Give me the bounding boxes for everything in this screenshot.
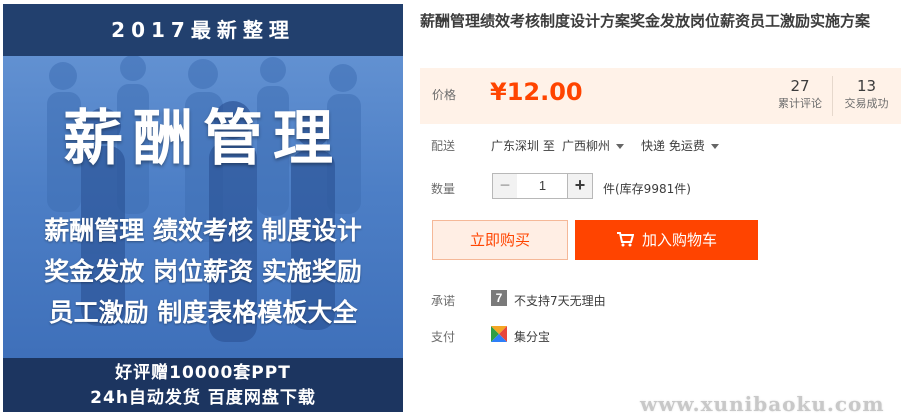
seven-day-icon: 7 — [491, 290, 507, 306]
jifenbao-icon — [491, 326, 507, 342]
deals-label: 交易成功 — [844, 97, 889, 110]
delivery-destination: 广西柳州 — [562, 139, 611, 153]
delivery-label: 配送 — [431, 139, 456, 153]
quantity-input[interactable]: 1 — [517, 173, 568, 199]
image-bottom-banner: 好评赠10000套PPT 24h自动发货 百度网盘下载 — [3, 358, 403, 412]
delivery-destination-select[interactable]: 广西柳州 — [562, 137, 625, 154]
product-title: 薪酬管理绩效考核制度设计方案奖金发放岗位薪资员工激励实施方案 — [420, 12, 871, 30]
image-top-banner: 2017最新整理 — [3, 4, 403, 56]
watermark: www.xunibaoku.com — [640, 392, 885, 416]
image-bottom-line-1: 好评赠10000套PPT — [115, 363, 291, 383]
image-line: 奖金发放 岗位薪资 实施奖励 — [44, 257, 362, 286]
chevron-down-icon — [710, 144, 719, 149]
payment-label: 支付 — [431, 330, 456, 344]
add-to-cart-button[interactable]: 加入购物车 — [575, 220, 758, 260]
chevron-down-icon — [616, 144, 625, 149]
delivery-from: 广东深圳 至 — [491, 139, 555, 153]
stock-info: 件(库存9981件) — [603, 182, 691, 196]
shipping-method: 快递 免运费 — [641, 139, 705, 153]
deals-count: 13 — [856, 77, 877, 95]
promise-text: 不支持7天无理由 — [514, 294, 606, 308]
quantity-decrease-button[interactable]: − — [492, 173, 518, 199]
deals-stat[interactable]: 13 交易成功 — [832, 76, 900, 116]
image-bottom-line-2: 24h自动发货 百度网盘下载 — [90, 388, 316, 408]
image-feature-lines: 薪酬管理 绩效考核 制度设计 奖金发放 岗位薪资 实施奖励 员工激励 制度表格模… — [3, 210, 403, 333]
price-value: ¥12.00 — [490, 78, 583, 106]
buy-now-button[interactable]: 立即购买 — [432, 220, 568, 260]
price-panel: 价格 ¥12.00 27 累计评论 13 交易成功 — [420, 68, 901, 124]
price-label: 价格 — [432, 88, 457, 102]
quantity-increase-button[interactable]: + — [567, 173, 593, 199]
image-line: 薪酬管理 绩效考核 制度设计 — [44, 216, 362, 245]
cart-icon — [616, 232, 635, 247]
image-main-title: 薪酬管理 — [63, 104, 343, 174]
reviews-stat[interactable]: 27 累计评论 — [772, 76, 828, 112]
shipping-method-select[interactable]: 快递 免运费 — [641, 137, 719, 154]
payment-text: 集分宝 — [514, 330, 551, 344]
add-to-cart-label: 加入购物车 — [641, 231, 717, 249]
quantity-label: 数量 — [431, 182, 456, 196]
reviews-count: 27 — [790, 77, 810, 95]
product-image[interactable]: 2017最新整理 薪酬管理 薪酬管理 绩效考核 制度设计 奖金发放 岗位薪资 实… — [3, 4, 403, 412]
reviews-label: 累计评论 — [778, 97, 822, 110]
promise-label: 承诺 — [431, 294, 456, 308]
image-line: 员工激励 制度表格模板大全 — [48, 298, 358, 327]
